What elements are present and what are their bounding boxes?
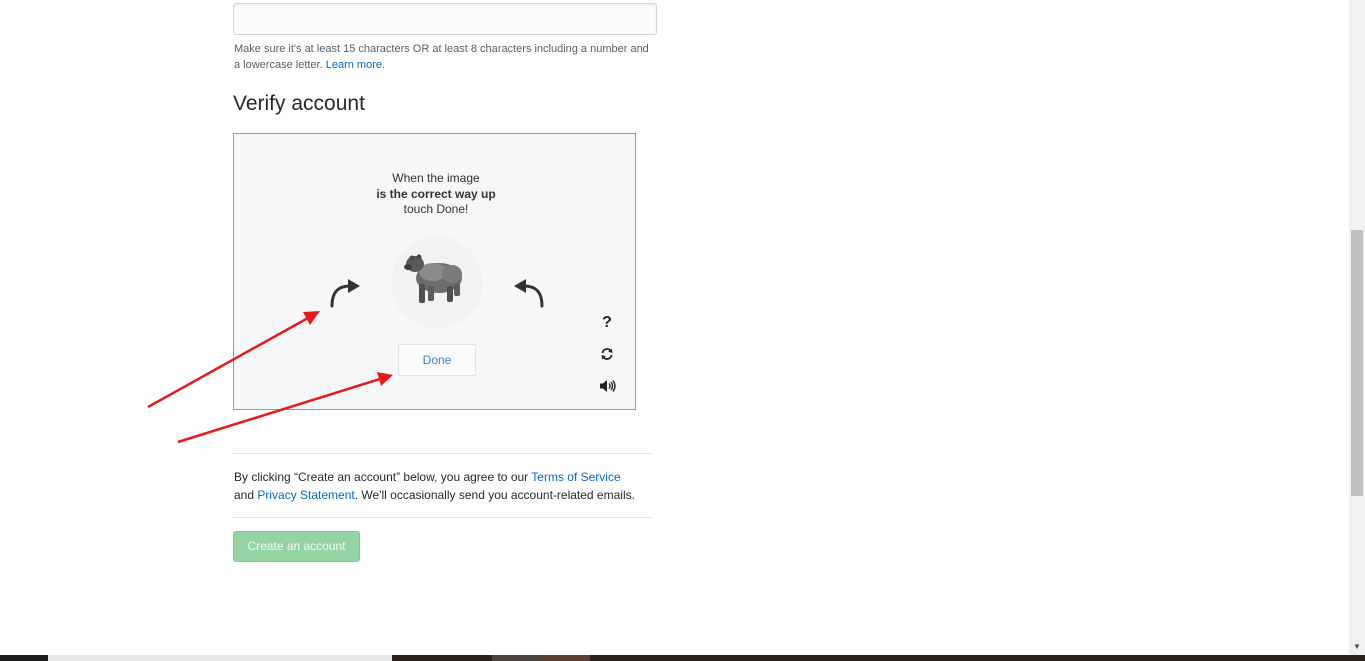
taskbar-segment[interactable] <box>392 655 492 661</box>
terms-text-after: . We'll occasionally send you account-re… <box>354 488 635 502</box>
audio-icon[interactable] <box>599 379 617 393</box>
terms-text-before: By clicking “Create an account” below, y… <box>234 470 532 484</box>
scrollbar-thumb[interactable] <box>1351 230 1363 496</box>
help-icon[interactable]: ? <box>600 314 614 332</box>
learn-more-link[interactable]: Learn more. <box>326 59 385 71</box>
divider-bottom <box>233 517 653 518</box>
captcha-image <box>391 236 483 328</box>
taskbar-segment[interactable] <box>492 655 542 661</box>
instruction-line-1: When the image <box>392 171 480 185</box>
bear-image <box>404 254 462 303</box>
page-scrollbar[interactable]: ▼ <box>1349 0 1365 655</box>
password-field[interactable] <box>233 3 657 35</box>
privacy-statement-link[interactable]: Privacy Statement <box>257 488 354 502</box>
taskbar-segment[interactable] <box>0 655 48 661</box>
rotate-left-icon[interactable] <box>324 274 364 310</box>
password-hint: Make sure it's at least 15 characters OR… <box>234 41 654 73</box>
terms-text-and: and <box>234 488 258 502</box>
taskbar-segment[interactable] <box>542 655 590 661</box>
taskbar <box>0 655 1365 661</box>
annotation-arrows <box>147 311 393 444</box>
scroll-down-arrow-icon[interactable]: ▼ <box>1352 642 1362 652</box>
divider-top <box>233 453 653 454</box>
taskbar-segment[interactable] <box>48 655 392 661</box>
password-hint-text: Make sure it's at least 15 characters OR… <box>234 43 649 71</box>
terms-of-service-link[interactable]: Terms of Service <box>531 470 620 484</box>
page: Make sure it's at least 15 characters OR… <box>0 0 1349 655</box>
done-button[interactable]: Done <box>398 344 476 376</box>
instruction-line-3: touch Done! <box>403 202 469 216</box>
create-account-button[interactable]: Create an account <box>233 531 360 562</box>
refresh-icon[interactable] <box>600 347 614 361</box>
captcha-widget: When the image is the correct way up tou… <box>233 133 636 410</box>
verify-account-heading: Verify account <box>233 92 365 115</box>
rotate-right-icon[interactable] <box>510 274 550 310</box>
captcha-instructions: When the image is the correct way up tou… <box>234 171 638 218</box>
instruction-line-2: is the correct way up <box>376 186 496 201</box>
terms-text: By clicking “Create an account” below, y… <box>234 468 664 504</box>
